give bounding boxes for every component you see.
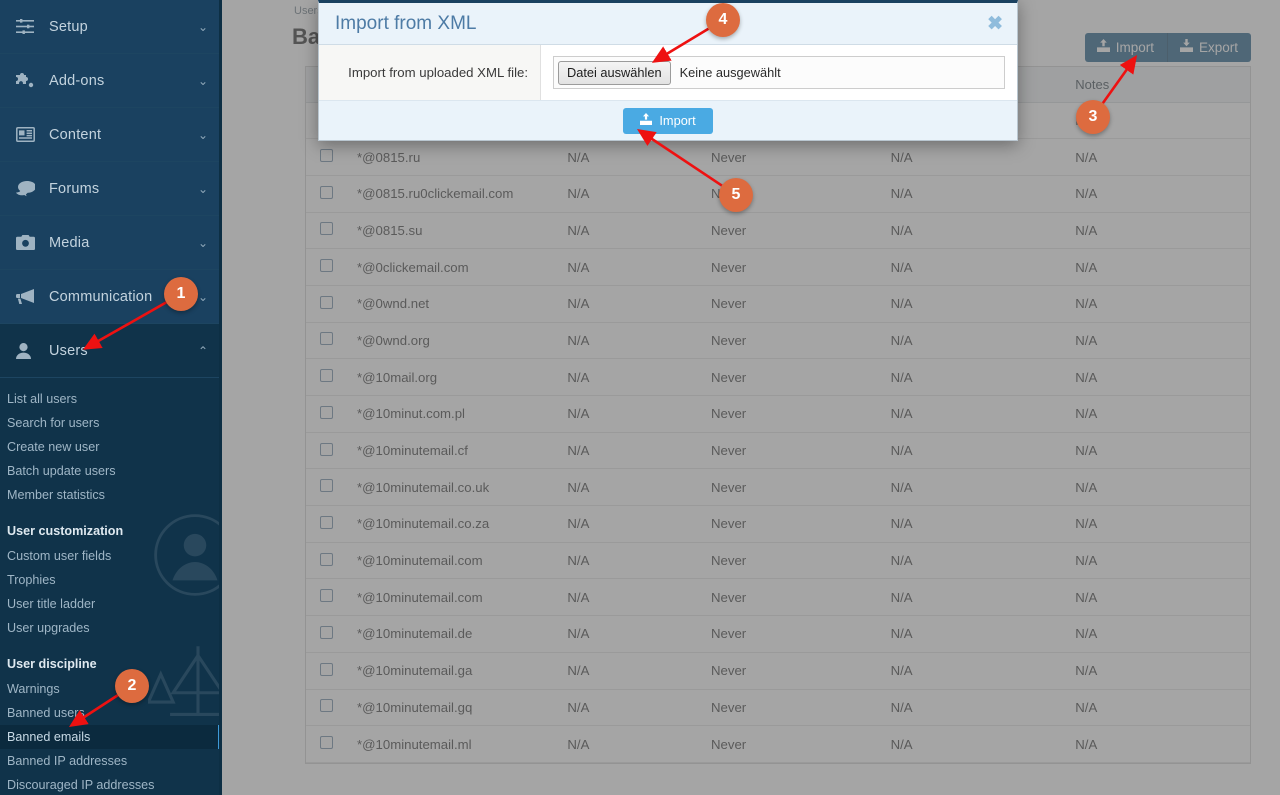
- sidebar-item-user-title-ladder[interactable]: User title ladder: [0, 592, 222, 616]
- sidebar-item-warnings[interactable]: Warnings: [0, 677, 222, 701]
- sidebar-item-banned-emails[interactable]: Banned emails: [0, 725, 222, 749]
- close-icon[interactable]: ✖: [987, 14, 1003, 33]
- sidebar-group-label: Users: [49, 342, 88, 359]
- sidebar-group-setup[interactable]: Setup ⌄: [0, 0, 222, 54]
- modal-body: Import from uploaded XML file: Datei aus…: [319, 45, 1017, 100]
- sidebar-item-discouraged-ip-addresses[interactable]: Discouraged IP addresses: [0, 773, 222, 795]
- chevron-down-icon: ⌄: [197, 289, 208, 304]
- sidebar: Setup ⌄ Add-ons ⌄ Content ⌄ Forums ⌄ Med…: [0, 0, 222, 795]
- sidebar-group-communication[interactable]: Communication ⌄: [0, 270, 222, 324]
- sidebar-group-forums[interactable]: Forums ⌄: [0, 162, 222, 216]
- sidebar-item-banned-users[interactable]: Banned users: [0, 701, 222, 725]
- sidebar-item-search-for-users[interactable]: Search for users: [0, 411, 222, 435]
- selected-file-name: Keine ausgewählt: [679, 65, 781, 80]
- user-icon: [16, 342, 40, 360]
- sidebar-subheading-user-customization: User customization: [7, 524, 124, 538]
- camera-icon: [16, 234, 40, 252]
- sidebar-group-media[interactable]: Media ⌄: [0, 216, 222, 270]
- sidebar-group-label: Forums: [49, 180, 100, 197]
- upload-icon: [640, 113, 653, 128]
- chevron-down-icon: ⌄: [197, 73, 208, 88]
- file-field-label: Import from uploaded XML file:: [319, 45, 541, 100]
- bullhorn-icon: [16, 288, 40, 306]
- newspaper-icon: [16, 126, 40, 144]
- sidebar-item-user-upgrades[interactable]: User upgrades: [0, 616, 222, 640]
- sidebar-item-list-all-users[interactable]: List all users: [0, 387, 222, 411]
- puzzle-icon: [16, 72, 40, 90]
- sidebar-group-users[interactable]: Users ⌃: [0, 324, 222, 378]
- sidebar-subheading-user-discipline: User discipline: [7, 657, 97, 671]
- modal-title: Import from XML: [335, 12, 477, 34]
- chevron-down-icon: ⌄: [197, 235, 208, 250]
- chevron-down-icon: ⌄: [197, 181, 208, 196]
- chevron-up-icon: ⌃: [197, 343, 208, 358]
- sidebar-group-label: Communication: [49, 288, 153, 305]
- sliders-icon: [16, 18, 40, 36]
- sidebar-group-label: Content: [49, 126, 102, 143]
- modal-footer: Import: [319, 100, 1017, 140]
- sidebar-group-add-ons[interactable]: Add-ons ⌄: [0, 54, 222, 108]
- sidebar-group-content[interactable]: Content ⌄: [0, 108, 222, 162]
- sidebar-users-submenu: List all users Search for users Create new…: [0, 378, 222, 795]
- import-xml-modal: Import from XML ✖ Import from uploaded X…: [318, 0, 1018, 141]
- choose-file-button[interactable]: Datei auswählen: [558, 60, 671, 85]
- sidebar-item-member-statistics[interactable]: Member statistics: [0, 483, 222, 507]
- modal-import-submit-label: Import: [659, 113, 696, 128]
- sidebar-item-custom-user-fields[interactable]: Custom user fields: [0, 544, 222, 568]
- sidebar-group-label: Media: [49, 234, 90, 251]
- sidebar-item-trophies[interactable]: Trophies: [0, 568, 222, 592]
- sidebar-item-create-new-user[interactable]: Create new user: [0, 435, 222, 459]
- sidebar-group-label: Setup: [49, 18, 88, 35]
- chevron-down-icon: ⌄: [197, 19, 208, 34]
- comments-icon: [16, 180, 40, 198]
- file-field-wrap: Datei auswählen Keine ausgewählt: [541, 45, 1017, 100]
- sidebar-group-label: Add-ons: [49, 72, 105, 89]
- modal-import-submit-button[interactable]: Import: [623, 107, 713, 134]
- chevron-down-icon: ⌄: [197, 127, 208, 142]
- xml-file-input[interactable]: Datei auswählen Keine ausgewählt: [553, 56, 1005, 89]
- sidebar-item-banned-ip-addresses[interactable]: Banned IP addresses: [0, 749, 222, 773]
- modal-header: Import from XML ✖: [319, 3, 1017, 45]
- sidebar-item-batch-update-users[interactable]: Batch update users: [0, 459, 222, 483]
